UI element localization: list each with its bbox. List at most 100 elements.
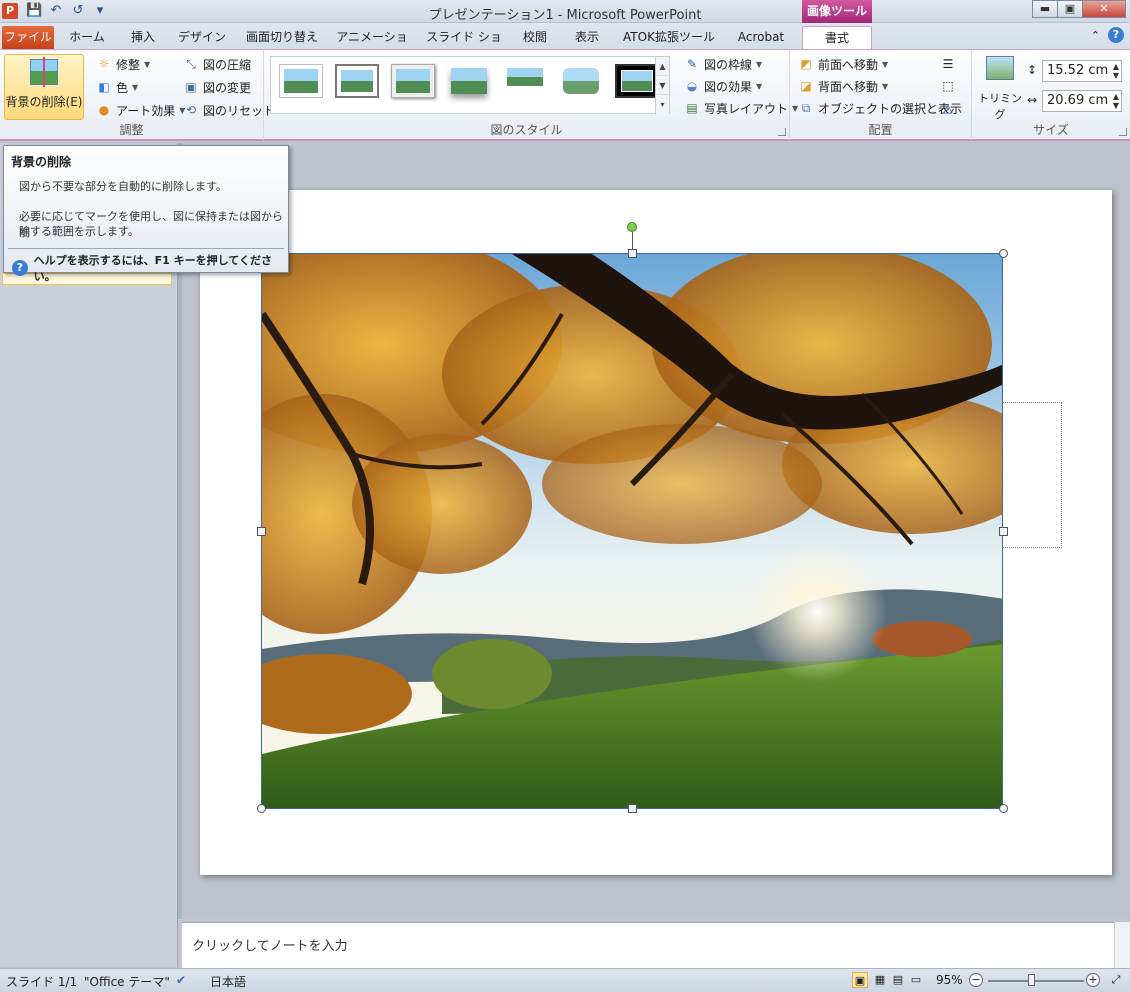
selection-pane-icon: ⧉ [801,101,811,115]
help-area: ⌃ ? [1091,27,1124,43]
slideshow-view-icon[interactable]: ▭ [908,972,924,988]
zoom-level[interactable]: 95% [936,973,963,987]
align-button[interactable]: ☰ [940,54,956,74]
tooltip-divider [8,248,284,249]
tab-review[interactable]: 校閲 [514,26,556,49]
color-button[interactable]: ◧ 色 ▼ [96,77,138,97]
artistic-effects-button[interactable]: ● アート効果 ▼ [96,100,186,120]
send-backward-button[interactable]: ◪ 背面へ移動 ▼ [798,76,888,96]
tab-animations[interactable]: アニメーション [332,26,412,67]
reading-view-icon[interactable]: ▤ [890,972,906,988]
align-icon: ☰ [942,57,954,71]
picture-styles-gallery[interactable]: ▲ ▼ ▾ [270,56,670,115]
style-thumb-black-frame[interactable] [615,64,659,98]
picture-styles-launcher-icon[interactable] [778,128,786,136]
tab-transitions[interactable]: 画面切り替え [240,26,324,49]
tab-home[interactable]: ホーム [62,26,112,49]
pencil-border-icon: ✎ [686,57,698,71]
gallery-up-icon[interactable]: ▲ [656,57,669,76]
notes-scrollbar[interactable] [1114,922,1130,968]
gallery-down-icon[interactable]: ▼ [656,76,669,95]
width-spin-icon[interactable]: ▲ ▼ [1113,92,1119,110]
style-thumb-reflected[interactable] [503,64,547,98]
picture-layout-button[interactable]: ▤ 写真レイアウト ▼ [684,98,798,118]
change-picture-icon: ▣ [185,80,197,94]
zoom-out-icon[interactable]: − [969,973,983,987]
slide-sorter-icon[interactable]: ▦ [872,972,888,988]
resize-handle-right[interactable] [999,527,1008,536]
spellcheck-icon[interactable]: ✔ [176,973,186,987]
style-thumb-thick-frame[interactable] [335,64,379,98]
crop-button[interactable]: トリミング [978,54,1022,121]
height-input[interactable]: 15.52 cm ▲ ▼ [1042,60,1122,82]
autumn-tree-photo[interactable] [261,253,1003,809]
status-bar: スライド 1/1 "Office テーマ" ✔ 日本語 ▣ ▦ ▤ ▭ 95% … [0,968,1130,992]
group-objects-button[interactable]: ⬚ [940,76,956,96]
help-icon: ? [12,260,28,276]
resize-handle-bottom[interactable] [628,804,637,813]
bring-forward-icon: ◩ [800,57,812,71]
fit-to-window-icon[interactable]: ⤢ [1108,972,1124,988]
compress-icon: ⤡ [186,57,196,71]
collapse-ribbon-icon[interactable]: ⌃ [1091,29,1100,42]
corrections-button[interactable]: ☼ 修整 ▼ [96,54,151,74]
tab-view[interactable]: 表示 [564,26,610,49]
slide-indicator: スライド 1/1 [6,975,78,989]
resize-handle-bottom-right[interactable] [999,804,1008,813]
resize-handle-bottom-left[interactable] [257,804,266,813]
rotate-handle[interactable] [627,222,637,232]
rotate-handle-line [632,232,633,250]
normal-view-icon[interactable]: ▣ [852,972,868,988]
width-input[interactable]: 20.69 cm ▲ ▼ [1042,90,1122,112]
group-picture-styles: ▲ ▼ ▾ ✎ 図の枠線 ▼ ◒ 図の効果 ▼ ▤ 写真レイアウト ▼ 図のスタイル [264,50,798,140]
style-thumb-soft-edge[interactable] [447,64,491,98]
height-spin-icon[interactable]: ▲ ▼ [1113,62,1119,80]
send-backward-icon: ◪ [800,79,812,93]
picture-border-button[interactable]: ✎ 図の枠線 ▼ [684,54,762,74]
remove-background-tooltip: 背景の削除 図から不要な部分を自動的に削除します。 必要に応じてマークを使用し、… [3,145,289,283]
remove-background-button[interactable]: 背景の削除(E) [4,54,84,120]
tab-atok[interactable]: ATOK拡張ツール [618,26,720,49]
ribbon: 背景の削除(E) ☼ 修整 ▼ ◧ 色 ▼ ● アート効果 ▼ ⤡ 図の圧縮 ▣ 図の… [0,49,1130,141]
group-objects-icon: ⬚ [942,79,954,93]
tab-file[interactable]: ファイル [2,26,54,49]
tooltip-help: ? ヘルプを表示するには、F1 キーを押してください。 [12,252,288,284]
minimize-button[interactable]: ▬ [1032,0,1058,18]
title-bar: P 💾 ↶ ↺ ▾ プレゼンテーション1 - Microsoft PowerPo… [0,0,1130,23]
resize-handle-top[interactable] [628,249,637,258]
resize-handle-top-right[interactable] [999,249,1008,258]
zoom-slider-track[interactable] [988,980,1084,982]
style-thumb-shadow[interactable] [391,64,435,98]
selection-pane-button[interactable]: ⧉ オブジェクトの選択と表示 [798,98,962,118]
theme-name: "Office テーマ" [84,975,170,989]
gallery-scroll[interactable]: ▲ ▼ ▾ [655,57,669,115]
slide-canvas[interactable] [200,190,1112,875]
bring-forward-button[interactable]: ◩ 前面へ移動 ▼ [798,54,888,74]
zoom-slider-knob[interactable] [1028,974,1035,986]
help-icon[interactable]: ? [1108,27,1124,43]
style-thumb-oval[interactable] [559,64,603,98]
tab-insert[interactable]: 挿入 [120,26,166,49]
tab-design[interactable]: デザイン [174,26,230,49]
change-picture-button[interactable]: ▣ 図の変更 [183,77,251,97]
tab-slideshow[interactable]: スライド ショー [422,26,506,67]
picture-effects-button[interactable]: ◒ 図の効果 ▼ [684,76,762,96]
notes-pane[interactable]: クリックしてノートを入力 [182,922,1114,968]
tab-format[interactable]: 書式 [802,26,872,49]
resize-handle-left[interactable] [257,527,266,536]
rotate-button[interactable]: △ [940,98,956,118]
gallery-more-icon[interactable]: ▾ [656,95,669,114]
style-thumb-simple-frame[interactable] [279,64,323,98]
tab-acrobat[interactable]: Acrobat [728,26,794,49]
close-button[interactable]: ✕ [1082,0,1126,18]
width-icon: ↔ [1026,93,1038,107]
notes-placeholder[interactable]: クリックしてノートを入力 [192,935,348,954]
zoom-in-icon[interactable]: + [1086,973,1100,987]
language-indicator[interactable]: 日本語 [210,973,246,990]
color-palette-icon: ◧ [98,80,110,94]
compress-pictures-button[interactable]: ⤡ 図の圧縮 [183,54,251,74]
crop-icon [986,56,1014,80]
size-launcher-icon[interactable] [1119,128,1127,136]
maximize-button[interactable]: ▣ [1057,0,1083,18]
reset-picture-button[interactable]: ⟲ 図のリセット [183,100,275,120]
